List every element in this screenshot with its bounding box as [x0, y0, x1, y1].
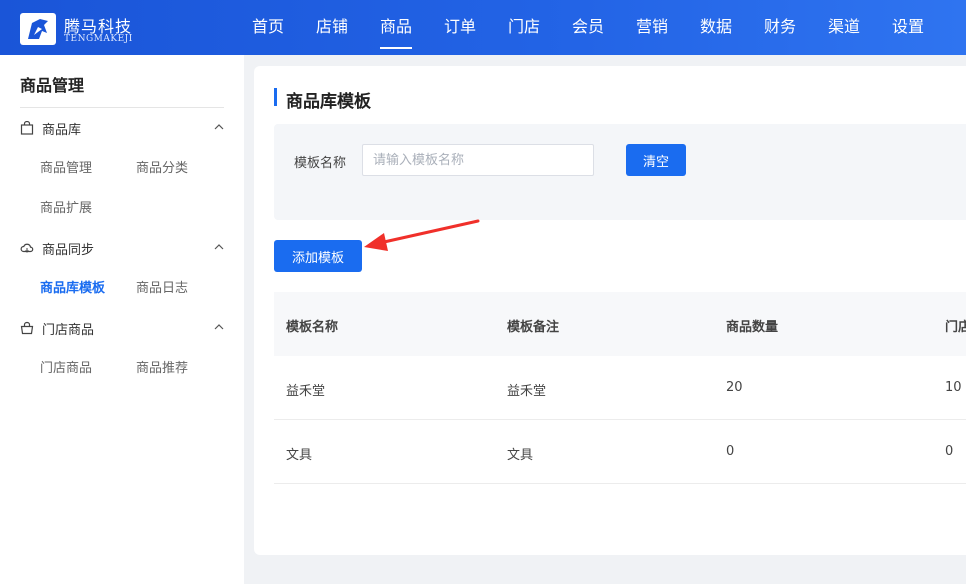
nav-home[interactable]: 首页	[252, 13, 284, 37]
template-name-label: 模板名称	[294, 156, 347, 171]
bag-icon	[20, 121, 34, 135]
cell-template-note: 文具	[507, 448, 534, 463]
nav-stores[interactable]: 门店	[508, 13, 540, 37]
nav-products[interactable]: 商品	[380, 13, 412, 37]
sidebar-group-product-library[interactable]: 商品库	[20, 119, 224, 139]
sidebar-item-product-category[interactable]: 商品分类	[136, 157, 188, 176]
brand-subtitle: TENGMAKEJI	[64, 34, 133, 44]
cell-template-name: 益禾堂	[286, 384, 326, 399]
sidebar-item-store-products[interactable]: 门店商品	[40, 357, 92, 376]
nav-data[interactable]: 数据	[700, 13, 732, 37]
nav-settings[interactable]: 设置	[892, 13, 924, 37]
sidebar: 商品管理 商品库 商品管理 商品分类 商品扩展 商品同步 商品库模板 商品日志 …	[0, 55, 244, 584]
top-navigation-bar: 腾马科技 TENGMAKEJI 首页 店铺 商品 订单 门店 会员 营销 数据 …	[0, 0, 966, 55]
column-header-store: 门店	[945, 320, 966, 335]
table-row[interactable]: 文具 文具 0 0	[274, 420, 966, 484]
nav-orders[interactable]: 订单	[444, 13, 476, 37]
add-template-button[interactable]: 添加模板	[274, 240, 362, 272]
table-row[interactable]: 益禾堂 益禾堂 20 10	[274, 356, 966, 420]
column-header-product-count: 商品数量	[726, 320, 779, 335]
cell-template-note: 益禾堂	[507, 384, 547, 399]
nav-finance[interactable]: 财务	[764, 13, 796, 37]
brand-logo[interactable]	[20, 13, 56, 45]
cell-template-name: 文具	[286, 448, 313, 463]
horse-logo-icon	[28, 19, 48, 39]
nav-members[interactable]: 会员	[572, 13, 604, 37]
chevron-up-icon	[214, 324, 224, 330]
sidebar-item-product-management[interactable]: 商品管理	[40, 157, 92, 176]
table-header: 模板名称 模板备注 商品数量 门店	[274, 292, 966, 356]
sidebar-item-product-recommend[interactable]: 商品推荐	[136, 357, 188, 376]
cell-product-count: 0	[726, 444, 735, 459]
template-name-input[interactable]	[362, 144, 594, 176]
cell-store: 0	[945, 444, 954, 459]
cell-product-count: 20	[726, 380, 743, 395]
sidebar-group-product-sync[interactable]: 商品同步	[20, 239, 224, 259]
sidebar-item-product-log[interactable]: 商品日志	[136, 277, 188, 296]
chevron-up-icon	[214, 124, 224, 130]
cell-store: 10	[945, 380, 962, 395]
nav-channels[interactable]: 渠道	[828, 13, 860, 37]
sidebar-group-label: 商品同步	[42, 243, 95, 258]
page-title: 商品库模板	[286, 92, 371, 112]
sidebar-item-library-template[interactable]: 商品库模板	[40, 277, 105, 296]
clear-button[interactable]: 清空	[626, 144, 686, 176]
filter-panel: 模板名称 清空	[274, 124, 966, 220]
chevron-up-icon	[214, 244, 224, 250]
column-header-template-note: 模板备注	[507, 320, 560, 335]
sidebar-group-store-products[interactable]: 门店商品	[20, 319, 224, 339]
cloud-sync-icon	[20, 243, 34, 253]
sidebar-group-label: 门店商品	[42, 323, 95, 338]
sidebar-divider	[20, 107, 224, 108]
basket-icon	[20, 321, 34, 335]
sidebar-title: 商品管理	[20, 76, 85, 95]
nav-active-indicator	[380, 47, 412, 49]
sidebar-item-product-extension[interactable]: 商品扩展	[40, 197, 92, 216]
nav-marketing[interactable]: 营销	[636, 13, 668, 37]
sidebar-group-label: 商品库	[42, 123, 82, 138]
nav-shop[interactable]: 店铺	[316, 13, 348, 37]
column-header-template-name: 模板名称	[286, 320, 339, 335]
title-accent-bar	[274, 88, 277, 106]
main-content-panel: 商品库模板 模板名称 清空 添加模板 模板名称 模板备注 商品数量 门店 益禾堂…	[254, 66, 966, 555]
